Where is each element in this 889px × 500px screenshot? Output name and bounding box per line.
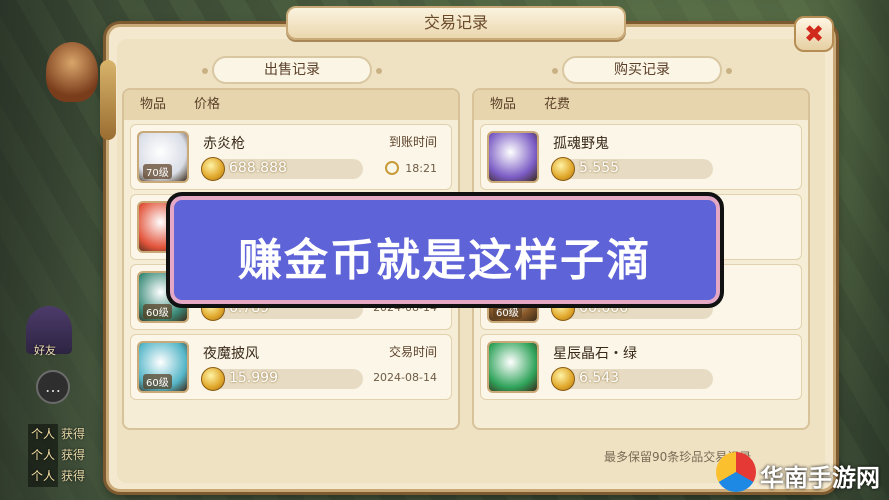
- gold-coin-icon: [551, 367, 575, 391]
- record-row[interactable]: 星辰晶石・绿 6.543: [480, 334, 802, 400]
- purchase-records-heading: 购买记录: [552, 56, 732, 84]
- item-icon: 60级: [137, 341, 189, 393]
- item-name: 夜魔披风: [203, 346, 259, 362]
- watermark-logo-icon: [716, 452, 756, 492]
- chat-line: 个人 获得: [28, 466, 118, 487]
- time-label: 交易时间: [388, 345, 437, 359]
- time-value: 18:21: [385, 161, 437, 175]
- time-label: 到账时间: [388, 135, 437, 149]
- time-value: 2024-08-14: [373, 371, 437, 384]
- price-bar: 688.888: [201, 157, 363, 181]
- npc-avatar: [46, 42, 98, 102]
- chat-line: 个人 获得: [28, 445, 118, 466]
- price-bar: 6.543: [551, 367, 713, 391]
- item-level-badge: 60级: [143, 304, 172, 319]
- gold-coin-icon: [551, 157, 575, 181]
- item-icon: [487, 131, 539, 183]
- gold-coin-icon: [201, 367, 225, 391]
- sales-table-header: 物品 价格: [124, 90, 458, 120]
- watermark-text: 华南手游网: [760, 464, 880, 492]
- time-text: 18:21: [405, 162, 437, 175]
- record-row[interactable]: 70级 赤炎枪 688.888 到账时间 18:21: [130, 124, 452, 190]
- panel-title: 交易记录: [286, 6, 626, 40]
- price-value: 6.543: [579, 370, 620, 386]
- close-button[interactable]: ✖: [794, 16, 834, 52]
- overlay-banner: 赚金币就是这样子滴: [166, 192, 724, 308]
- sales-records-heading: 出售记录: [202, 56, 382, 84]
- item-name: 赤炎枪: [203, 136, 245, 152]
- chat-log: 个人 获得 个人 获得 个人 获得: [28, 424, 118, 487]
- friend-label: 好友: [34, 344, 56, 357]
- panel-tassel-decoration: [100, 60, 116, 140]
- price-value: 5.555: [579, 160, 620, 176]
- record-row[interactable]: 60级 夜魔披风 15.999 交易时间 2024-08-14: [130, 334, 452, 400]
- price-value: 688.888: [229, 160, 287, 176]
- price-value: 15.999: [229, 370, 278, 386]
- item-level-badge: 60级: [143, 374, 172, 389]
- gold-coin-icon: [201, 157, 225, 181]
- item-icon: [487, 341, 539, 393]
- item-name: 孤魂野鬼: [553, 136, 609, 152]
- item-name: 星辰晶石・绿: [553, 346, 637, 362]
- item-level-badge: 70级: [143, 164, 172, 179]
- price-bar: 5.555: [551, 157, 713, 181]
- price-bar: 15.999: [201, 367, 363, 391]
- purchase-table-header: 物品 花费: [474, 90, 808, 120]
- col-item: 物品: [140, 97, 167, 112]
- col-cost: 花费: [544, 97, 571, 112]
- clock-icon: [385, 161, 400, 175]
- record-row[interactable]: 孤魂野鬼 5.555: [480, 124, 802, 190]
- col-price: 价格: [194, 97, 221, 112]
- chat-line: 个人 获得: [28, 424, 118, 445]
- chat-icon[interactable]: …: [36, 370, 70, 404]
- col-item: 物品: [490, 97, 517, 112]
- time-text: 2024-08-14: [373, 371, 437, 384]
- banner-text: 赚金币就是这样子滴: [238, 235, 652, 286]
- item-icon: 70级: [137, 131, 189, 183]
